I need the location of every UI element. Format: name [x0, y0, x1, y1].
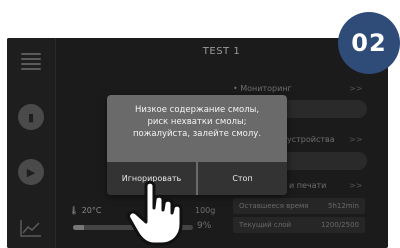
progress-label: 9% [197, 221, 212, 231]
thermometer-icon: 🌡︎ [69, 206, 80, 215]
play-icon[interactable]: ▶ [18, 159, 44, 185]
sidebar: ▮ ▶ [7, 38, 56, 248]
chevron-right-icon: >> [349, 181, 363, 190]
bookmark-icon[interactable]: ▮ [18, 104, 44, 130]
dialog-message: Низкое содержание смолы, риск нехватки с… [107, 104, 287, 140]
step-badge: 02 [338, 12, 400, 74]
chevron-right-icon: >> [349, 84, 363, 93]
progress-fill [73, 225, 84, 230]
layer-label: Текущий слой [239, 221, 292, 229]
stop-button[interactable]: Стоп [196, 162, 287, 195]
remaining-value: 5h12min [328, 202, 359, 210]
remaining-label: Оставшееся время [239, 202, 309, 210]
chart-icon[interactable] [19, 218, 43, 242]
list-icon[interactable] [19, 50, 43, 74]
print-label: и печати [289, 181, 327, 190]
weight-value: 100g [195, 206, 216, 215]
device-label: устройства [287, 135, 335, 144]
chevron-right-icon: >> [349, 135, 363, 144]
layer-value: 1200/2500 [321, 221, 359, 229]
temperature-readout: 🌡︎ 20°C [69, 206, 101, 215]
temperature-value: 20°C [81, 206, 102, 215]
dialog-message-line: Низкое содержание смолы, [134, 105, 260, 115]
dialog-message-line: риск нехватки смолы; [147, 117, 247, 127]
remaining-time-row: Оставшееся время 5h12min [233, 198, 365, 214]
dialog-message-line: пожалуйста, залейте смолу. [132, 129, 262, 139]
device-panel [277, 152, 367, 170]
monitoring-label: • Мониторинг [233, 84, 292, 93]
current-layer-row: Текущий слой 1200/2500 [233, 217, 365, 233]
hand-pointer-icon [127, 180, 183, 246]
